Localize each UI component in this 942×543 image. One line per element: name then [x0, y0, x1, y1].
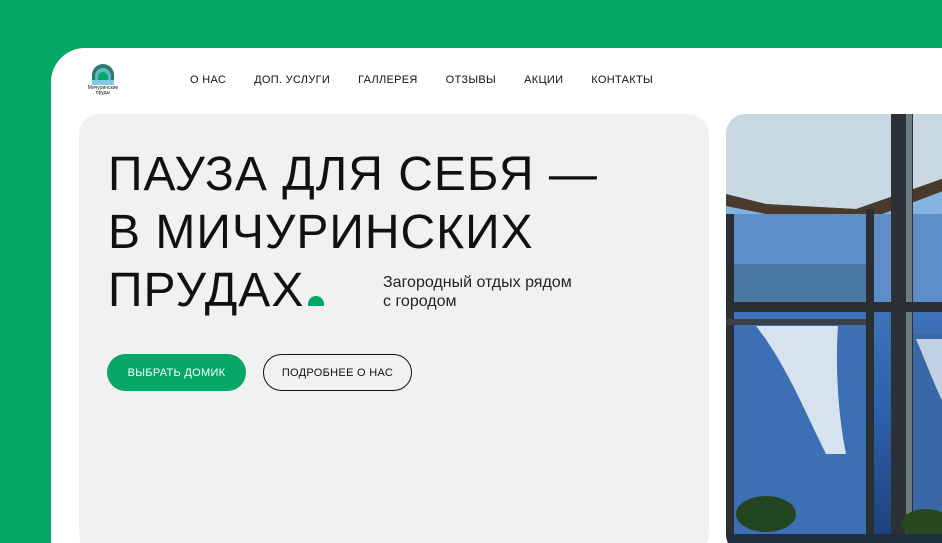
nav-item-reviews[interactable]: ОТЗЫВЫ [446, 74, 496, 86]
hero-photo [726, 114, 942, 543]
accent-dot-icon [308, 296, 325, 306]
hero-panel: ПАУЗА ДЛЯ СЕБЯ — В МИЧУРИНСКИХ ПРУДАХ За… [79, 114, 709, 543]
nav-item-services[interactable]: ДОП. УСЛУГИ [254, 74, 330, 86]
headline-line-2: В МИЧУРИНСКИХ [108, 206, 534, 259]
nav-item-promotions[interactable]: АКЦИИ [524, 74, 563, 86]
pavilion-photo-image [726, 114, 942, 543]
headline-line-1: ПАУЗА ДЛЯ СЕБЯ — [108, 148, 598, 201]
logo[interactable]: Мичуринские пруды [83, 63, 123, 99]
nav-item-contacts[interactable]: КОНТАКТЫ [591, 74, 653, 86]
choose-house-button[interactable]: ВЫБРАТЬ ДОМИК [107, 354, 246, 391]
hero-subtitle: Загородный отдых рядом с городом [383, 274, 572, 310]
nav-item-gallery[interactable]: ГАЛЛЕРЕЯ [358, 74, 418, 86]
page: Мичуринские пруды О НАС ДОП. УСЛУГИ ГАЛЛ… [51, 48, 942, 543]
headline-line-3-text: ПРУДАХ [108, 264, 305, 317]
logo-text: Мичуринские пруды [87, 85, 119, 96]
more-about-button[interactable]: ПОДРОБНЕЕ О НАС [263, 354, 412, 391]
logo-icon [92, 64, 114, 85]
nav-item-about[interactable]: О НАС [190, 74, 226, 86]
main-nav: О НАС ДОП. УСЛУГИ ГАЛЛЕРЕЯ ОТЗЫВЫ АКЦИИ … [190, 74, 681, 86]
